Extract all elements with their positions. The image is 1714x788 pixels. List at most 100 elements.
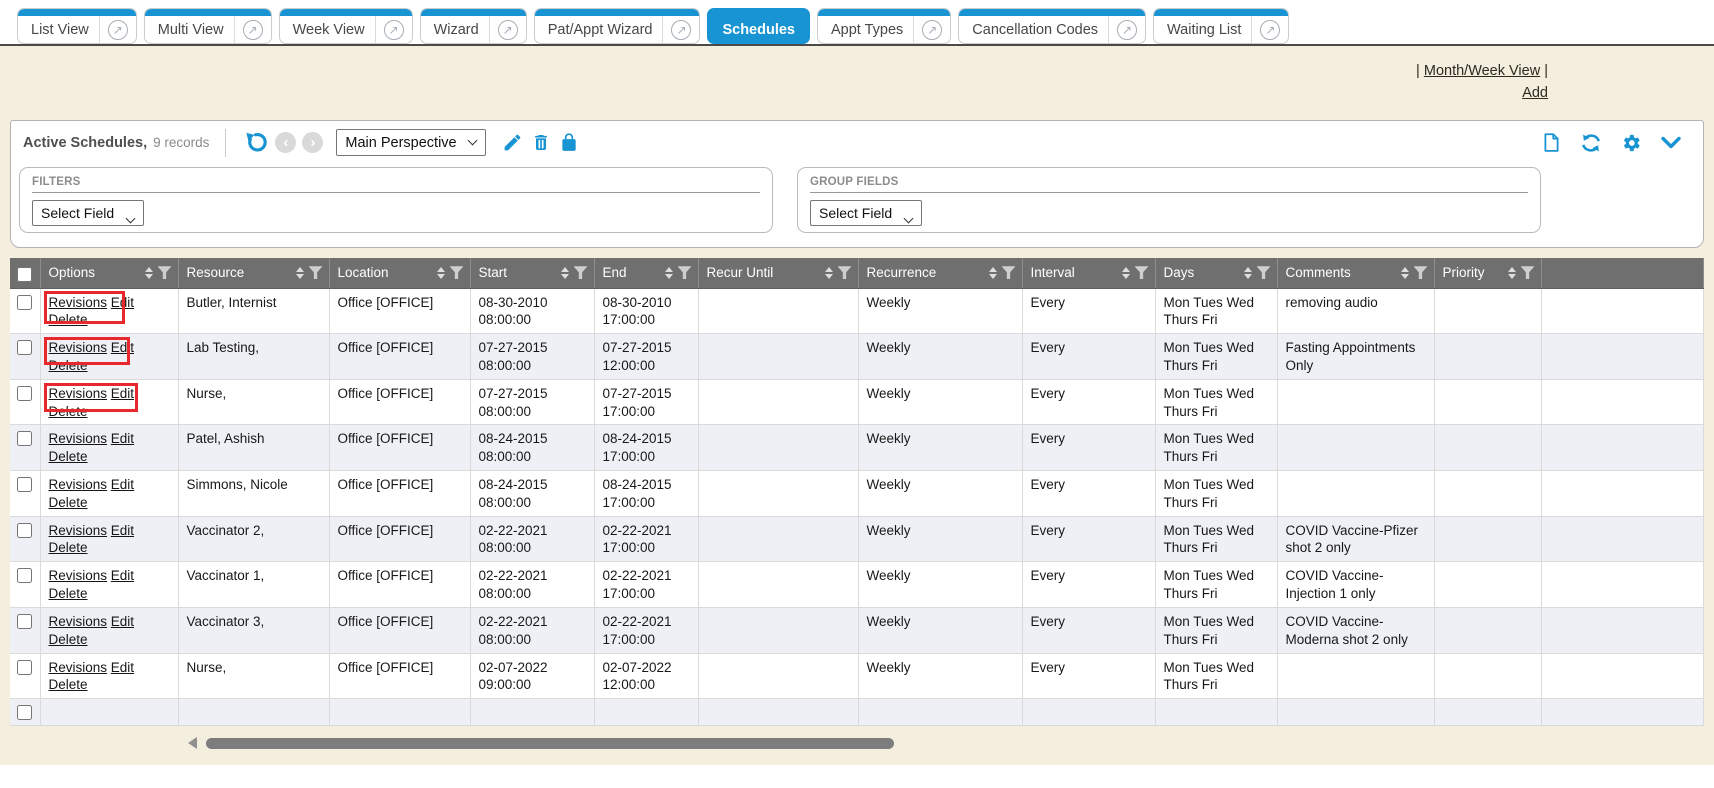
new-document-icon[interactable] bbox=[1541, 131, 1562, 154]
refresh-icon[interactable] bbox=[1579, 132, 1603, 154]
filter-funnel-icon[interactable] bbox=[678, 266, 692, 279]
undo-icon[interactable] bbox=[243, 130, 268, 155]
filter-funnel-icon[interactable] bbox=[158, 266, 172, 279]
collapse-chevron-icon[interactable] bbox=[1659, 134, 1683, 152]
column-header-resource[interactable]: Resource bbox=[178, 258, 329, 288]
row-checkbox[interactable] bbox=[17, 340, 32, 355]
select-all-checkbox[interactable] bbox=[17, 267, 32, 282]
filter-funnel-icon[interactable] bbox=[309, 266, 323, 279]
external-link-icon[interactable]: ↗ bbox=[922, 20, 942, 40]
delete-link[interactable]: Delete bbox=[49, 449, 88, 464]
row-checkbox[interactable] bbox=[17, 660, 32, 675]
tab-appt-types[interactable]: Appt Types ↗ bbox=[817, 8, 951, 44]
column-header-recurrence[interactable]: Recurrence bbox=[858, 258, 1022, 288]
row-checkbox[interactable] bbox=[17, 431, 32, 446]
row-checkbox[interactable] bbox=[17, 568, 32, 583]
add-link[interactable]: Add bbox=[1522, 85, 1548, 101]
external-link-icon[interactable]: ↗ bbox=[1117, 20, 1137, 40]
delete-perspective-icon[interactable] bbox=[531, 132, 551, 153]
row-checkbox[interactable] bbox=[17, 295, 32, 310]
filters-field-select[interactable]: Select Field bbox=[32, 200, 144, 226]
lock-icon[interactable] bbox=[559, 132, 579, 153]
filter-funnel-icon[interactable] bbox=[1414, 266, 1428, 279]
edit-link[interactable]: Edit bbox=[111, 660, 134, 675]
filter-funnel-icon[interactable] bbox=[1257, 266, 1271, 279]
tab-pat-appt-wizard[interactable]: Pat/Appt Wizard ↗ bbox=[534, 8, 701, 44]
next-page-icon[interactable]: › bbox=[302, 132, 323, 153]
delete-link[interactable]: Delete bbox=[49, 586, 88, 601]
edit-link[interactable]: Edit bbox=[111, 431, 134, 446]
edit-link[interactable]: Edit bbox=[111, 340, 134, 355]
delete-link[interactable]: Delete bbox=[49, 312, 88, 327]
filter-funnel-icon[interactable] bbox=[1135, 266, 1149, 279]
tab-list-view[interactable]: List View ↗ bbox=[17, 8, 137, 44]
sort-icon[interactable] bbox=[989, 267, 997, 279]
sort-icon[interactable] bbox=[1122, 267, 1130, 279]
sort-icon[interactable] bbox=[1244, 267, 1252, 279]
row-checkbox[interactable] bbox=[17, 614, 32, 629]
tab-cancellation-codes[interactable]: Cancellation Codes ↗ bbox=[958, 8, 1146, 44]
filter-funnel-icon[interactable] bbox=[574, 266, 588, 279]
sort-icon[interactable] bbox=[1401, 267, 1409, 279]
external-link-icon[interactable]: ↗ bbox=[1260, 20, 1280, 40]
column-header-location[interactable]: Location bbox=[329, 258, 470, 288]
external-link-icon[interactable]: ↗ bbox=[671, 20, 691, 40]
external-link-icon[interactable]: ↗ bbox=[498, 20, 518, 40]
row-checkbox[interactable] bbox=[17, 477, 32, 492]
edit-link[interactable]: Edit bbox=[111, 523, 134, 538]
column-header-priority[interactable]: Priority bbox=[1434, 258, 1541, 288]
row-checkbox[interactable] bbox=[17, 523, 32, 538]
revisions-link[interactable]: Revisions bbox=[49, 568, 108, 583]
revisions-link[interactable]: Revisions bbox=[49, 340, 108, 355]
sort-icon[interactable] bbox=[825, 267, 833, 279]
sort-icon[interactable] bbox=[1508, 267, 1516, 279]
revisions-link[interactable]: Revisions bbox=[49, 386, 108, 401]
delete-link[interactable]: Delete bbox=[49, 358, 88, 373]
filter-funnel-icon[interactable] bbox=[450, 266, 464, 279]
edit-link[interactable]: Edit bbox=[111, 568, 134, 583]
delete-link[interactable]: Delete bbox=[49, 404, 88, 419]
sort-icon[interactable] bbox=[665, 267, 673, 279]
settings-gear-icon[interactable] bbox=[1620, 132, 1642, 154]
row-checkbox[interactable] bbox=[17, 705, 32, 720]
column-header-comments[interactable]: Comments bbox=[1277, 258, 1434, 288]
column-header-end[interactable]: End bbox=[594, 258, 698, 288]
delete-link[interactable]: Delete bbox=[49, 540, 88, 555]
perspective-select[interactable]: Main Perspective bbox=[336, 129, 486, 156]
revisions-link[interactable]: Revisions bbox=[49, 614, 108, 629]
column-header-options[interactable]: Options bbox=[40, 258, 178, 288]
delete-link[interactable]: Delete bbox=[49, 632, 88, 647]
scrollbar-thumb[interactable] bbox=[206, 738, 894, 749]
external-link-icon[interactable]: ↗ bbox=[108, 20, 128, 40]
revisions-link[interactable]: Revisions bbox=[49, 660, 108, 675]
month-week-view-link[interactable]: Month/Week View bbox=[1424, 63, 1540, 79]
revisions-link[interactable]: Revisions bbox=[49, 477, 108, 492]
revisions-link[interactable]: Revisions bbox=[49, 431, 108, 446]
sort-icon[interactable] bbox=[561, 267, 569, 279]
group-field-select[interactable]: Select Field bbox=[810, 200, 922, 226]
scroll-left-icon[interactable] bbox=[188, 737, 197, 749]
tab-week-view[interactable]: Week View ↗ bbox=[279, 8, 413, 44]
edit-link[interactable]: Edit bbox=[111, 295, 134, 310]
horizontal-scrollbar[interactable] bbox=[188, 737, 1714, 749]
revisions-link[interactable]: Revisions bbox=[49, 295, 108, 310]
tab-schedules[interactable]: Schedules bbox=[707, 8, 810, 44]
tab-wizard[interactable]: Wizard ↗ bbox=[420, 8, 527, 44]
column-header-days[interactable]: Days bbox=[1155, 258, 1277, 288]
sort-icon[interactable] bbox=[437, 267, 445, 279]
edit-link[interactable]: Edit bbox=[111, 614, 134, 629]
column-header-recur-until[interactable]: Recur Until bbox=[698, 258, 858, 288]
previous-page-icon[interactable]: ‹ bbox=[275, 132, 296, 153]
tab-waiting-list[interactable]: Waiting List ↗ bbox=[1153, 8, 1289, 44]
tab-multi-view[interactable]: Multi View ↗ bbox=[144, 8, 272, 44]
column-header-interval[interactable]: Interval bbox=[1022, 258, 1155, 288]
delete-link[interactable]: Delete bbox=[49, 495, 88, 510]
delete-link[interactable]: Delete bbox=[49, 677, 88, 692]
edit-perspective-icon[interactable] bbox=[502, 132, 523, 153]
revisions-link[interactable]: Revisions bbox=[49, 523, 108, 538]
external-link-icon[interactable]: ↗ bbox=[384, 20, 404, 40]
edit-link[interactable]: Edit bbox=[111, 477, 134, 492]
external-link-icon[interactable]: ↗ bbox=[243, 20, 263, 40]
sort-icon[interactable] bbox=[296, 267, 304, 279]
edit-link[interactable]: Edit bbox=[111, 386, 134, 401]
